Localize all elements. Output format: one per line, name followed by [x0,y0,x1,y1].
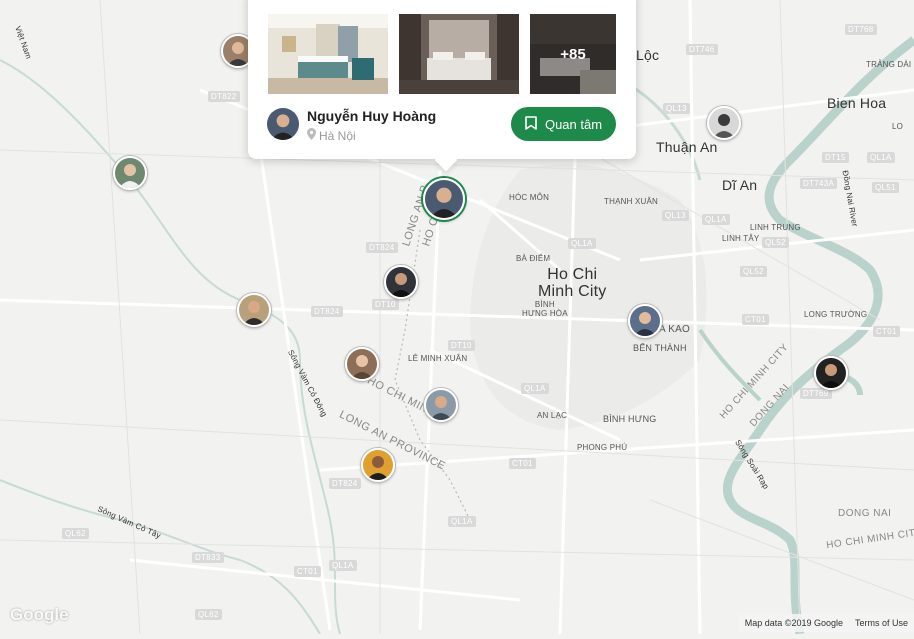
follow-button-label: Quan tâm [544,116,603,132]
user-pin[interactable] [814,356,848,390]
label-le-minh-xuan: LÊ MINH XUÂN [408,354,468,363]
shield-ql13b: QL13 [662,210,689,221]
host-location-text: Hà Nội [319,128,356,143]
label-an-lac: AN LẠC [537,411,568,420]
gallery-photo-2[interactable] [399,14,519,94]
label-binh-hung: BÌNH HƯNG [603,414,657,424]
shield-ql1a-c: QL1A [867,152,895,163]
label-trang-dai: TRẢNG DÀI [866,60,912,69]
user-pin[interactable] [237,293,271,327]
user-pin[interactable] [628,304,662,338]
shield-ql13a: QL13 [663,103,690,114]
shield-ql52b: QL52 [740,266,767,277]
map-data-text: Map data ©2019 Google [744,618,843,628]
label-di-an: Dĩ An [722,177,758,193]
shield-ct01b: CT01 [873,326,900,337]
label-thuan-an: Thuận An [656,139,718,155]
user-pin[interactable] [345,347,379,381]
follow-button[interactable]: Quan tâm [511,107,616,141]
shield-ql1a-b: QL1A [568,238,596,249]
shield-ql1a-e: QL1A [448,516,476,527]
shield-dt768: DT768 [845,24,877,35]
bookmark-icon [525,115,537,133]
shield-ct01d: CT01 [294,566,321,577]
label-binh-hung-hoa: BÌNH HƯNG HÒA [522,300,568,318]
room-image [268,14,388,94]
shield-dt743a: DT743A [800,178,838,189]
user-pin[interactable] [113,156,147,190]
map-canvas[interactable]: Việt Nam Ho Chi Minh City Thuận An Dĩ An… [0,0,914,635]
shield-ql1a-d: QL1A [521,383,549,394]
shield-dt10a: DT10 [372,299,399,310]
label-lo: LO [892,122,904,131]
shield-ct01c: CT01 [509,458,536,469]
label-ben-thanh: BẾN THÀNH [633,343,687,353]
map-attribution: Map data ©2019 Google Terms of Use [738,614,914,632]
label-loc: Lộc [636,47,660,63]
user-pin[interactable] [361,448,395,482]
label-phong-phu: PHONG PHÚ [577,443,628,452]
label-long-truong: LONG TRƯỜNG [804,310,868,319]
shield-ql52a: QL52 [762,237,789,248]
terms-link[interactable]: Terms of Use [855,618,908,628]
shield-ql62a: QL62 [62,528,89,539]
label-thanh-xuan: THẠNH XUÂN [604,197,659,206]
shield-ct01a: CT01 [742,314,769,325]
host-avatar[interactable] [267,108,299,140]
shield-dt746: DT746 [686,44,718,55]
gallery-photo-more[interactable]: +85 [530,14,616,94]
photos-more-count[interactable]: +85 [530,14,616,94]
shield-ql1a-f: QL1A [329,560,357,571]
shield-dt824a: DT824 [366,242,398,253]
host-location: Hà Nội [307,128,356,143]
label-da-kao: A KAO [659,324,691,335]
gallery-photo-1[interactable] [268,14,388,94]
room-image [399,14,519,94]
shield-ql51: QL51 [872,182,899,193]
user-popup-card: +85 Nguyễn Huy Hoàng Hà Nội Quan tâm [248,0,636,159]
shield-ql62b: QL62 [195,609,222,620]
label-ba-diem: BÀ ĐIỂM [516,254,551,263]
user-pin[interactable] [384,265,418,299]
shield-dt10b: DT10 [448,340,475,351]
user-pin[interactable] [707,106,741,140]
shield-ql1a-a: QL1A [702,214,730,225]
shield-dt822: DT822 [208,91,240,102]
label-ho-chi-minh-city: Ho Chi Minh City [538,266,607,300]
user-pin-selected[interactable] [423,178,465,220]
label-linh-trung: LINH TRUNG [750,223,801,232]
shield-dt824c: DT824 [329,478,361,489]
location-pin-icon [307,128,316,143]
shield-dt833: DT833 [192,552,224,563]
label-bien-hoa: Bien Hoa [827,95,887,111]
label-hoc-mon: HÓC MÔN [509,193,550,202]
shield-dt824b: DT824 [311,306,343,317]
user-pin[interactable] [424,388,458,422]
shield-dt15: DT15 [822,152,849,163]
host-name[interactable]: Nguyễn Huy Hoàng [307,108,436,124]
label-dong-nai-2: DONG NAI [838,508,892,519]
label-linh-tay: LINH TÂY [722,234,760,243]
google-logo[interactable]: Google [10,605,69,625]
